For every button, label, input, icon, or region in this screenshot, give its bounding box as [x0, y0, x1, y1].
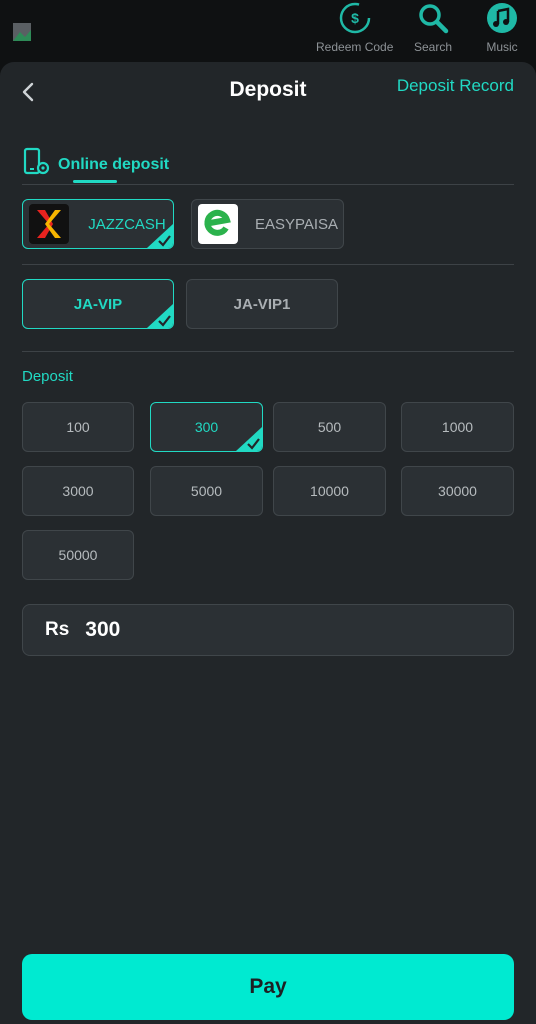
- selected-check-icon: [147, 304, 173, 328]
- amount-option-label: 300: [194, 419, 219, 435]
- jazzcash-logo-icon: [29, 204, 69, 244]
- music-button[interactable]: Music: [486, 2, 518, 54]
- amount-option-label: 500: [317, 419, 342, 435]
- channel-ja-vip1[interactable]: JA-VIP1: [186, 279, 338, 329]
- phone-settings-icon: [23, 147, 50, 175]
- search-label: Search: [414, 40, 453, 54]
- divider: [22, 184, 514, 185]
- amount-option[interactable]: 10000: [273, 466, 386, 516]
- method-easypaisa[interactable]: EASYPAISA: [191, 199, 344, 249]
- selected-check-icon: [236, 427, 262, 451]
- search-button[interactable]: Search: [414, 2, 452, 54]
- easypaisa-logo-icon: [198, 204, 238, 244]
- amount-option-label: 100: [66, 419, 90, 435]
- amount-option-label: 1000: [441, 419, 474, 435]
- method-jazzcash[interactable]: JAZZCASH: [22, 199, 174, 249]
- tab-online-deposit[interactable]: Online deposit: [22, 140, 169, 184]
- amount-option-label: 5000: [190, 483, 223, 499]
- amount-option[interactable]: 300: [150, 402, 263, 452]
- amount-option[interactable]: 100: [22, 402, 134, 452]
- amount-option[interactable]: 50000: [22, 530, 134, 580]
- tab-underline: [73, 180, 117, 183]
- music-label: Music: [486, 40, 518, 54]
- amount-input[interactable]: Rs 300: [22, 604, 514, 656]
- currency-label: Rs: [45, 619, 70, 640]
- amount-option[interactable]: 500: [273, 402, 386, 452]
- tab-online-deposit-label: Online deposit: [58, 156, 170, 173]
- redeem-icon: $: [339, 2, 371, 34]
- redeem-code-label: Redeem Code: [316, 40, 394, 54]
- svg-text:$: $: [351, 10, 359, 26]
- divider: [22, 351, 514, 352]
- amount-option[interactable]: 3000: [22, 466, 134, 516]
- search-icon: [417, 2, 449, 34]
- amount-option[interactable]: 5000: [150, 466, 263, 516]
- channel-ja-vip[interactable]: JA-VIP: [22, 279, 174, 329]
- music-icon: [486, 2, 518, 34]
- amount-option[interactable]: 30000: [401, 466, 514, 516]
- deposit-record-link[interactable]: Deposit Record: [397, 76, 514, 96]
- divider: [22, 264, 514, 265]
- amount-value[interactable]: 300: [85, 618, 120, 642]
- deposit-section-label: Deposit: [22, 368, 73, 385]
- channel-ja-vip1-label: JA-VIP1: [233, 295, 291, 313]
- broken-image-icon: [13, 23, 31, 41]
- amount-option-label: 3000: [62, 483, 94, 499]
- redeem-code-button[interactable]: $ Redeem Code: [316, 2, 393, 54]
- top-bar: $ Redeem Code Search Music: [0, 0, 536, 62]
- amount-option-label: 30000: [438, 483, 477, 499]
- selected-check-icon: [147, 224, 173, 248]
- amount-option[interactable]: 1000: [401, 402, 514, 452]
- amount-option-label: 10000: [310, 483, 349, 499]
- pay-button[interactable]: Pay: [22, 954, 514, 1020]
- method-easypaisa-label: EASYPAISA: [254, 215, 339, 233]
- channel-ja-vip-label: JA-VIP: [73, 295, 123, 313]
- amount-option-label: 50000: [58, 547, 98, 563]
